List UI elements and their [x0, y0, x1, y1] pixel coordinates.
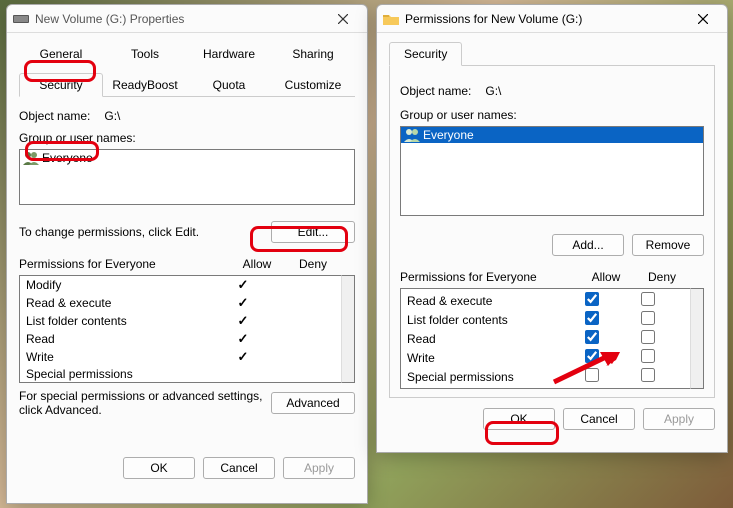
perm-row: Read & execute — [401, 291, 690, 310]
tab-general[interactable]: General — [19, 42, 103, 65]
tab-strip: Security — [389, 41, 715, 66]
properties-window: New Volume (G:) Properties General Tools… — [6, 4, 368, 504]
group-names-label: Group or user names: — [19, 131, 136, 145]
deny-checkbox[interactable] — [641, 349, 655, 363]
deny-checkbox[interactable] — [641, 330, 655, 344]
tab-hardware[interactable]: Hardware — [187, 42, 271, 65]
tab-sharing[interactable]: Sharing — [271, 42, 355, 65]
tab-strip: General Tools Hardware Sharing — [19, 41, 355, 64]
perm-allow-header: Allow — [578, 270, 634, 284]
list-item[interactable]: Everyone — [20, 150, 354, 166]
group-listbox[interactable]: Everyone — [19, 149, 355, 205]
perm-row: Special permissions — [401, 367, 690, 386]
perm-row: Special permissions — [20, 366, 341, 382]
list-item[interactable]: Everyone — [401, 127, 703, 143]
perm-row: Modify✓ — [20, 276, 341, 294]
permissions-table: Read & execute List folder contents Read… — [400, 288, 690, 389]
allow-checkbox[interactable] — [585, 330, 599, 344]
close-icon — [338, 14, 348, 24]
cancel-button[interactable]: Cancel — [563, 408, 635, 430]
check-icon: ✓ — [238, 277, 249, 292]
ok-button[interactable]: OK — [483, 408, 555, 430]
window-title: New Volume (G:) Properties — [35, 12, 325, 26]
allow-checkbox[interactable] — [585, 292, 599, 306]
ok-button[interactable]: OK — [123, 457, 195, 479]
remove-button[interactable]: Remove — [632, 234, 704, 256]
perm-allow-header: Allow — [229, 257, 285, 271]
edit-button[interactable]: Edit... — [271, 221, 355, 243]
perm-row: Read & execute✓ — [20, 294, 341, 312]
check-icon: ✓ — [238, 331, 249, 346]
cancel-button[interactable]: Cancel — [203, 457, 275, 479]
edit-hint: To change permissions, click Edit. — [19, 225, 271, 239]
drive-icon — [13, 11, 29, 27]
permissions-window: Permissions for New Volume (G:) Security… — [376, 4, 728, 453]
tab-security[interactable]: Security — [389, 42, 462, 66]
add-button[interactable]: Add... — [552, 234, 624, 256]
titlebar[interactable]: New Volume (G:) Properties — [7, 5, 367, 33]
object-name-value: G:\ — [104, 109, 120, 123]
permissions-table: Modify✓ Read & execute✓ List folder cont… — [19, 275, 341, 383]
perm-deny-header: Deny — [634, 270, 690, 284]
deny-checkbox[interactable] — [641, 311, 655, 325]
perm-row: Write✓ — [20, 348, 341, 366]
perm-header-label: Permissions for Everyone — [19, 257, 229, 271]
tab-tools[interactable]: Tools — [103, 42, 187, 65]
close-icon — [698, 14, 708, 24]
perm-row: List folder contents✓ — [20, 312, 341, 330]
group-name: Everyone — [423, 128, 474, 142]
tab-readyboost[interactable]: ReadyBoost — [103, 73, 187, 97]
allow-checkbox[interactable] — [585, 368, 599, 382]
object-name-label: Object name: — [400, 84, 471, 98]
check-icon: ✓ — [238, 313, 249, 328]
allow-checkbox[interactable] — [585, 349, 599, 363]
titlebar[interactable]: Permissions for New Volume (G:) — [377, 5, 727, 33]
object-name-value: G:\ — [485, 84, 501, 98]
apply-button[interactable]: Apply — [283, 457, 355, 479]
check-icon: ✓ — [238, 295, 249, 310]
scrollbar[interactable] — [690, 288, 704, 389]
tab-customize[interactable]: Customize — [271, 73, 355, 97]
perm-row: List folder contents — [401, 310, 690, 329]
perm-row: Read — [401, 329, 690, 348]
window-title: Permissions for New Volume (G:) — [405, 12, 685, 26]
deny-checkbox[interactable] — [641, 368, 655, 382]
apply-button[interactable]: Apply — [643, 408, 715, 430]
deny-checkbox[interactable] — [641, 292, 655, 306]
perm-row: Read✓ — [20, 330, 341, 348]
object-name-label: Object name: — [19, 109, 90, 123]
perm-header-label: Permissions for Everyone — [400, 270, 578, 284]
advanced-hint: For special permissions or advanced sett… — [19, 389, 271, 417]
advanced-button[interactable]: Advanced — [271, 392, 355, 414]
check-icon: ✓ — [238, 349, 249, 364]
group-listbox[interactable]: Everyone — [400, 126, 704, 216]
perm-deny-header: Deny — [285, 257, 341, 271]
tab-quota[interactable]: Quota — [187, 73, 271, 97]
folder-icon — [383, 11, 399, 27]
scrollbar[interactable] — [341, 275, 355, 383]
tab-security[interactable]: Security — [19, 73, 103, 97]
tab-strip-row2: Security ReadyBoost Quota Customize — [19, 72, 355, 97]
group-name: Everyone — [42, 151, 93, 165]
group-icon — [23, 151, 39, 165]
group-names-label: Group or user names: — [400, 108, 517, 122]
edit-button-label: Edit... — [298, 225, 329, 239]
group-icon — [404, 128, 420, 142]
close-button[interactable] — [685, 8, 721, 30]
close-button[interactable] — [325, 8, 361, 30]
allow-checkbox[interactable] — [585, 311, 599, 325]
perm-row: Write — [401, 348, 690, 367]
